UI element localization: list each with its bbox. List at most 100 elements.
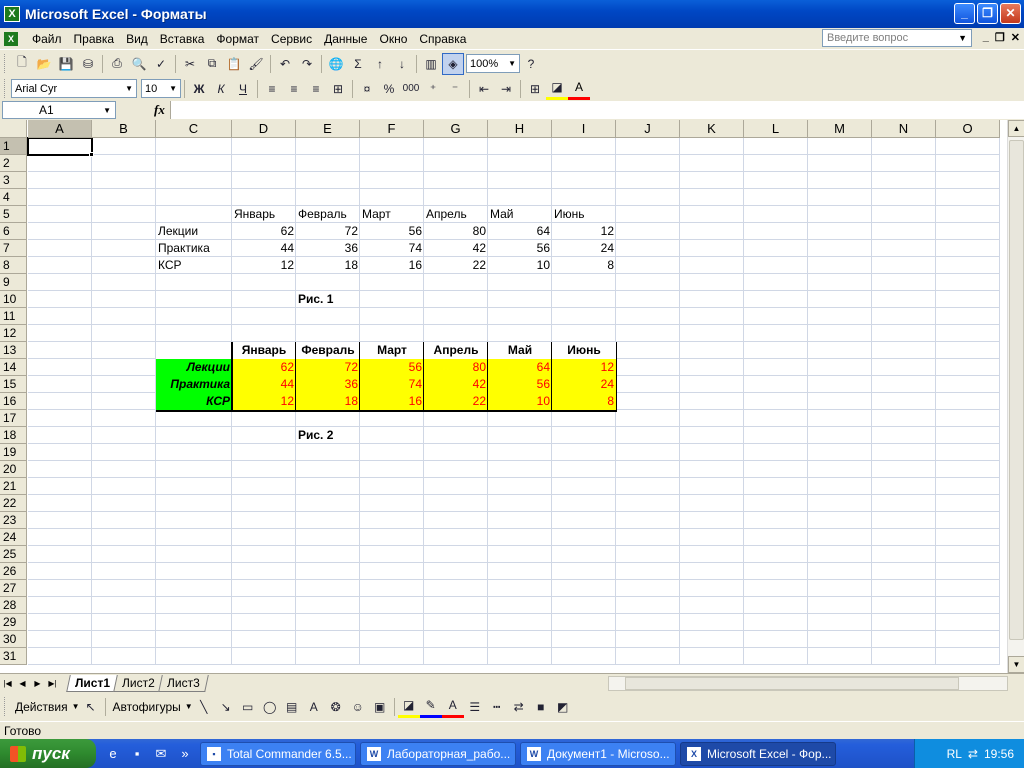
cell[interactable] [92,461,156,478]
cell[interactable] [424,189,488,206]
cell[interactable] [744,597,808,614]
cell[interactable] [92,189,156,206]
fill-color-icon[interactable]: ◪ [397,696,420,718]
cell[interactable] [872,495,936,512]
cell[interactable] [232,172,296,189]
cell[interactable] [936,529,1000,546]
cell[interactable] [232,580,296,597]
table1-row-label[interactable]: Лекции [156,223,232,240]
cell[interactable] [552,512,616,529]
table1-value[interactable]: 42 [424,240,488,257]
dash-style-icon[interactable]: ┅ [486,696,508,718]
cell[interactable] [92,648,156,665]
cell[interactable] [744,512,808,529]
cell[interactable] [936,342,1000,359]
cell[interactable] [808,580,872,597]
network-icon[interactable]: ⇄ [968,747,978,761]
table2-value[interactable]: 62 [232,359,296,376]
fill-color-icon[interactable]: ◪ [546,78,568,100]
last-sheet-icon[interactable]: ▶| [45,679,60,688]
cell[interactable] [680,342,744,359]
table2-value[interactable]: 16 [360,393,424,410]
cell[interactable] [92,257,156,274]
cell[interactable] [808,410,872,427]
cell[interactable] [936,444,1000,461]
cell[interactable] [92,223,156,240]
cell[interactable] [296,631,360,648]
cell[interactable] [744,274,808,291]
cell[interactable] [616,359,680,376]
column-header[interactable]: G [424,120,488,138]
cell[interactable] [296,546,360,563]
cell[interactable] [872,444,936,461]
cell[interactable] [744,206,808,223]
cell[interactable] [232,189,296,206]
cell[interactable] [936,206,1000,223]
cell[interactable] [680,444,744,461]
cell[interactable] [92,512,156,529]
table2-value[interactable]: 8 [552,393,616,410]
table2-month-header[interactable]: Июнь [552,342,616,359]
cell[interactable] [872,308,936,325]
cell[interactable] [92,580,156,597]
cell[interactable] [872,206,936,223]
cell[interactable] [936,461,1000,478]
cell[interactable] [360,308,424,325]
cell[interactable] [28,614,92,631]
menu-tools[interactable]: Сервис [265,30,318,48]
cell[interactable] [92,478,156,495]
cell[interactable] [232,325,296,342]
cell[interactable] [360,631,424,648]
cell[interactable] [808,614,872,631]
cell[interactable] [744,342,808,359]
chevron-down-icon[interactable]: ▼ [169,84,177,93]
cell[interactable] [424,308,488,325]
align-center-icon[interactable]: ≡ [283,78,305,100]
cell[interactable] [28,461,92,478]
cell[interactable] [680,597,744,614]
row-header[interactable]: 7 [0,240,27,257]
cell[interactable] [744,478,808,495]
currency-icon[interactable]: ¤ [356,78,378,100]
cell[interactable] [552,325,616,342]
cell[interactable] [424,529,488,546]
cell[interactable] [616,308,680,325]
autoshapes-menu[interactable]: Автофигуры [109,700,185,714]
floppy-icon[interactable]: ▪ [126,743,148,765]
line-color-icon[interactable]: ✎ [419,696,442,718]
table2-value[interactable]: 12 [232,393,296,410]
cell[interactable] [156,206,232,223]
column-header[interactable]: L [744,120,808,138]
cell[interactable] [424,138,488,155]
picture-icon[interactable]: ▣ [369,696,391,718]
bold-button[interactable]: Ж [188,78,210,100]
worksheet-grid[interactable]: Январь Февраль Март Апрель Май Июнь Лекции 62 72… [0,120,1024,673]
cell[interactable] [808,597,872,614]
cell[interactable] [808,393,872,410]
cell[interactable] [424,444,488,461]
cell[interactable] [552,427,616,444]
diagram-icon[interactable]: ❂ [325,696,347,718]
figure-caption-1[interactable]: Рис. 1 [296,291,360,308]
cell[interactable] [296,512,360,529]
cell[interactable] [680,240,744,257]
cell[interactable] [92,410,156,427]
cell[interactable] [872,631,936,648]
language-indicator[interactable]: RL [947,747,962,761]
table2-row-label[interactable]: Лекции [156,359,232,376]
cell[interactable] [92,529,156,546]
cell[interactable] [552,461,616,478]
cell[interactable] [872,461,936,478]
cell[interactable] [488,291,552,308]
menu-file[interactable]: Файл [26,30,68,48]
cell[interactable] [808,274,872,291]
cell[interactable] [680,359,744,376]
cell[interactable] [156,478,232,495]
autosum-icon[interactable]: Σ [347,53,369,75]
column-header[interactable]: N [872,120,936,138]
rectangle-icon[interactable]: ▭ [237,696,259,718]
cell[interactable] [232,529,296,546]
cell[interactable] [28,308,92,325]
cell[interactable] [360,427,424,444]
cell[interactable] [424,546,488,563]
